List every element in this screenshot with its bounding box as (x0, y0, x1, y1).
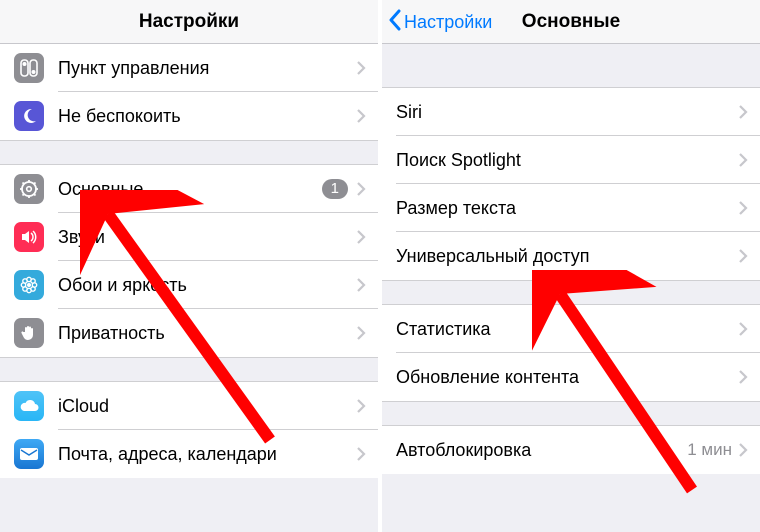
row-background-refresh[interactable]: Обновление контента (382, 353, 760, 401)
nav-title-right: Основные (522, 11, 620, 33)
row-label: Пункт управления (58, 58, 356, 79)
row-icloud[interactable]: iCloud (0, 382, 378, 430)
navbar-right: Настройки Основные (382, 0, 760, 44)
control-center-icon (14, 53, 44, 83)
row-label: Поиск Spotlight (396, 150, 738, 171)
flower-icon (14, 270, 44, 300)
row-label: Не беспокоить (58, 106, 356, 127)
row-general[interactable]: Основные 1 (0, 165, 378, 213)
mail-icon (14, 439, 44, 469)
group-separator (0, 140, 378, 165)
row-autolock[interactable]: Автоблокировка 1 мин (382, 426, 760, 474)
chevron-right-icon (356, 325, 366, 341)
navbar-left: Настройки (0, 0, 378, 44)
group-separator (0, 357, 378, 382)
badge: 1 (322, 179, 348, 199)
chevron-right-icon (738, 152, 748, 168)
chevron-right-icon (738, 104, 748, 120)
settings-pane-left: Настройки Пункт управления Не беспокоить… (0, 0, 378, 532)
row-label: Приватность (58, 323, 356, 344)
row-control-center[interactable]: Пункт управления (0, 44, 378, 92)
chevron-right-icon (356, 398, 366, 414)
row-do-not-disturb[interactable]: Не беспокоить (0, 92, 378, 140)
back-label: Настройки (404, 12, 492, 33)
row-spotlight[interactable]: Поиск Spotlight (382, 136, 760, 184)
row-label: Автоблокировка (396, 440, 687, 461)
group-separator (382, 44, 760, 88)
chevron-right-icon (356, 60, 366, 76)
chevron-right-icon (356, 181, 366, 197)
row-usage[interactable]: Статистика (382, 305, 760, 353)
speaker-icon (14, 222, 44, 252)
row-label: Siri (396, 102, 738, 123)
row-label: Основные (58, 179, 322, 200)
group-separator (382, 401, 760, 426)
row-privacy[interactable]: Приватность (0, 309, 378, 357)
hand-icon (14, 318, 44, 348)
row-wallpaper[interactable]: Обои и яркость (0, 261, 378, 309)
nav-title-left: Настройки (139, 11, 239, 33)
chevron-right-icon (356, 229, 366, 245)
settings-pane-right: Настройки Основные Siri Поиск Spotlight … (382, 0, 760, 532)
row-label: Звуки (58, 227, 356, 248)
chevron-left-icon (388, 9, 402, 36)
row-mail[interactable]: Почта, адреса, календари (0, 430, 378, 478)
chevron-right-icon (356, 277, 366, 293)
row-sounds[interactable]: Звуки (0, 213, 378, 261)
row-text-size[interactable]: Размер текста (382, 184, 760, 232)
gear-icon (14, 174, 44, 204)
chevron-right-icon (738, 442, 748, 458)
back-button[interactable]: Настройки (388, 0, 492, 44)
row-siri[interactable]: Siri (382, 88, 760, 136)
row-label: Обои и яркость (58, 275, 356, 296)
row-label: Статистика (396, 319, 738, 340)
row-accessibility[interactable]: Универсальный доступ (382, 232, 760, 280)
row-value: 1 мин (687, 440, 732, 460)
chevron-right-icon (738, 248, 748, 264)
chevron-right-icon (356, 446, 366, 462)
moon-icon (14, 101, 44, 131)
group-separator (382, 280, 760, 305)
row-label: Универсальный доступ (396, 246, 738, 267)
chevron-right-icon (738, 200, 748, 216)
row-label: Почта, адреса, календари (58, 444, 356, 465)
row-label: iCloud (58, 396, 356, 417)
chevron-right-icon (738, 321, 748, 337)
row-label: Обновление контента (396, 367, 738, 388)
row-label: Размер текста (396, 198, 738, 219)
cloud-icon (14, 391, 44, 421)
chevron-right-icon (356, 108, 366, 124)
chevron-right-icon (738, 369, 748, 385)
